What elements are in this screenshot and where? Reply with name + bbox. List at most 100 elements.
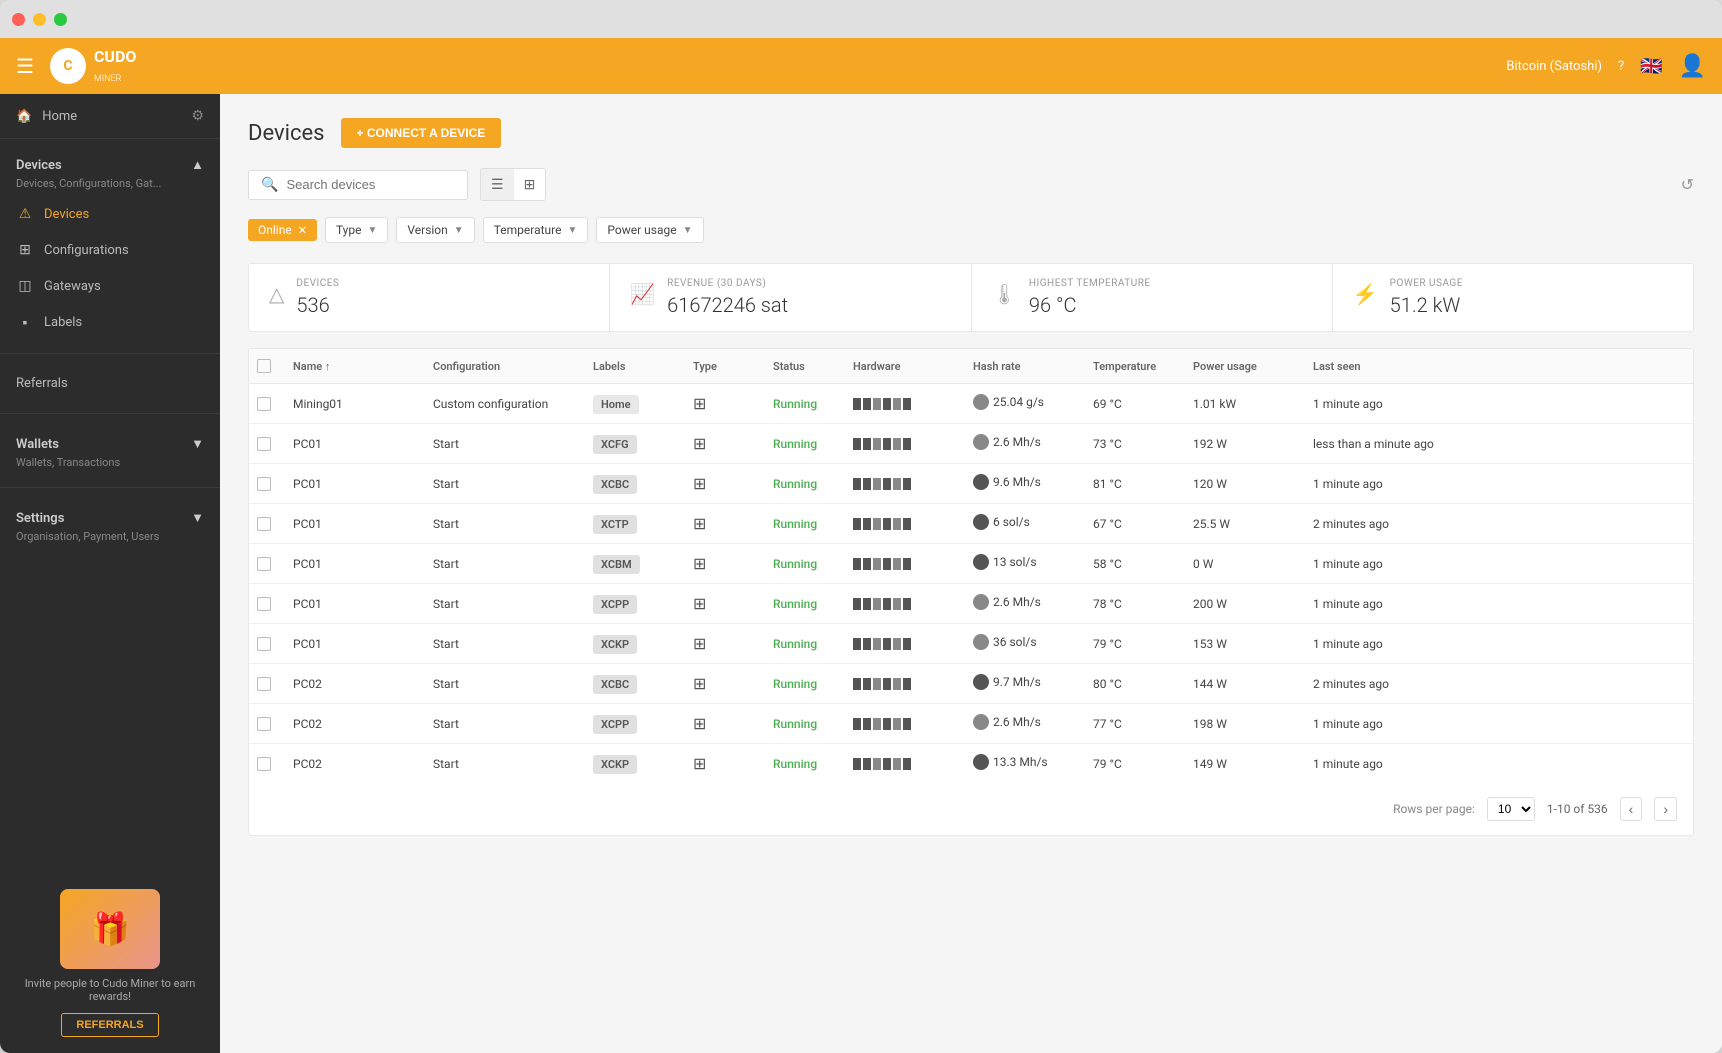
td-type: ⊞ <box>685 474 765 493</box>
sidebar-item-gateways[interactable]: ◫ Gateways <box>0 268 220 304</box>
td-status: Running <box>765 637 845 651</box>
row-checkbox-5[interactable] <box>257 597 271 611</box>
connect-device-button[interactable]: + CONNECT A DEVICE <box>341 118 502 148</box>
status-badge: Running <box>773 757 817 771</box>
select-all-checkbox[interactable] <box>257 359 271 373</box>
th-config[interactable]: Configuration <box>425 359 585 373</box>
th-power[interactable]: Power usage <box>1185 359 1305 373</box>
th-hardware[interactable]: Hardware <box>845 359 965 373</box>
row-checkbox-0[interactable] <box>257 397 271 411</box>
app-body: 🏠 Home ⚙ Devices ▲ Devices, Configuratio… <box>0 94 1722 1053</box>
td-type: ⊞ <box>685 634 765 653</box>
refresh-button[interactable]: ↺ <box>1681 175 1694 195</box>
stat-revenue: 📈 REVENUE (30 DAYS) 61672246 sat <box>610 264 971 331</box>
search-box: 🔍 <box>248 170 468 200</box>
gateway-icon: ◫ <box>16 278 34 294</box>
td-power: 144 W <box>1185 677 1305 691</box>
table-row: PC02 Start XCPP ⊞ Running 2.6 Mh/s 77 °C… <box>249 704 1693 744</box>
hash-icon <box>973 394 989 410</box>
table-row: PC01 Start XCKP ⊞ Running 36 sol/s 79 °C… <box>249 624 1693 664</box>
th-status[interactable]: Status <box>765 359 845 373</box>
row-checkbox-4[interactable] <box>257 557 271 571</box>
th-temperature[interactable]: Temperature <box>1085 359 1185 373</box>
user-icon[interactable]: 👤 <box>1679 54 1706 79</box>
sidebar-home-label: Home <box>42 109 77 124</box>
help-icon[interactable]: ? <box>1618 59 1624 74</box>
referrals-button[interactable]: REFERRALS <box>61 1013 158 1037</box>
hardware-bar <box>853 638 957 650</box>
td-lastseen: 1 minute ago <box>1305 397 1445 411</box>
type-filter[interactable]: Type ▼ <box>325 217 388 243</box>
label-badge: XCKP <box>593 755 637 774</box>
td-lastseen: 1 minute ago <box>1305 477 1445 491</box>
sidebar-item-configurations[interactable]: ⊞ Configurations <box>0 232 220 268</box>
sidebar-wallets-section: Wallets ▼ Wallets, Transactions <box>0 418 220 483</box>
rows-per-page-select[interactable]: 10 25 50 <box>1487 797 1535 821</box>
titlebar <box>0 0 1722 38</box>
chevron-up-icon[interactable]: ▲ <box>191 157 204 173</box>
row-checkbox-3[interactable] <box>257 517 271 531</box>
referral-text: Invite people to Cudo Miner to earn rewa… <box>16 977 204 1003</box>
td-config: Start <box>425 597 585 611</box>
label-badge: Home <box>593 395 639 414</box>
sidebar-item-referrals[interactable]: Referrals <box>0 366 220 401</box>
td-checkbox <box>249 637 285 651</box>
prev-page-button[interactable]: ‹ <box>1620 797 1643 821</box>
online-tag-remove[interactable]: ✕ <box>298 224 307 237</box>
top-navbar: ☰ C CUDOMINER Bitcoin (Satoshi) ? 🇬🇧 👤 <box>0 38 1722 94</box>
power-stat-icon: ⚡ <box>1353 282 1378 306</box>
toolbar: 🔍 ☰ ⊞ ↺ <box>248 168 1694 201</box>
power-filter[interactable]: Power usage ▼ <box>596 217 703 243</box>
chevron-down-icon-2[interactable]: ▼ <box>191 510 204 526</box>
th-labels[interactable]: Labels <box>585 359 685 373</box>
sidebar-settings-group: Settings ▼ <box>0 500 220 530</box>
th-type[interactable]: Type <box>685 359 765 373</box>
minimize-btn[interactable] <box>33 13 46 26</box>
row-checkbox-6[interactable] <box>257 637 271 651</box>
hash-icon <box>973 514 989 530</box>
gear-icon[interactable]: ⚙ <box>191 108 204 124</box>
close-btn[interactable] <box>12 13 25 26</box>
td-temperature: 79 °C <box>1085 637 1185 651</box>
td-status: Running <box>765 717 845 731</box>
maximize-btn[interactable] <box>54 13 67 26</box>
devices-stat-label: DEVICES <box>269 278 589 289</box>
version-filter[interactable]: Version ▼ <box>396 217 474 243</box>
app-window: ☰ C CUDOMINER Bitcoin (Satoshi) ? 🇬🇧 👤 🏠… <box>0 0 1722 1053</box>
sidebar-item-labels[interactable]: ▪ Labels <box>0 304 220 341</box>
th-hashrate[interactable]: Hash rate <box>965 359 1085 373</box>
td-config: Custom configuration <box>425 397 585 411</box>
label-icon: ▪ <box>16 314 34 331</box>
grid-view-button[interactable]: ⊞ <box>514 169 546 200</box>
row-checkbox-9[interactable] <box>257 757 271 771</box>
sidebar-item-home[interactable]: 🏠 Home <box>16 109 191 124</box>
td-label: XCFG <box>585 437 685 451</box>
next-page-button[interactable]: › <box>1654 797 1677 821</box>
label-badge: XCBM <box>593 555 640 574</box>
nav-right: Bitcoin (Satoshi) ? 🇬🇧 👤 <box>1506 54 1706 79</box>
row-checkbox-1[interactable] <box>257 437 271 451</box>
td-temperature: 80 °C <box>1085 677 1185 691</box>
row-checkbox-8[interactable] <box>257 717 271 731</box>
label-badge: XCPP <box>593 595 637 614</box>
td-hashrate: 13.3 Mh/s <box>965 754 1085 773</box>
row-checkbox-7[interactable] <box>257 677 271 691</box>
td-temperature: 69 °C <box>1085 397 1185 411</box>
th-lastseen[interactable]: Last seen <box>1305 359 1445 373</box>
currency-label[interactable]: Bitcoin (Satoshi) <box>1506 59 1602 74</box>
temperature-filter[interactable]: Temperature ▼ <box>483 217 589 243</box>
td-hashrate: 6 sol/s <box>965 514 1085 533</box>
flag-icon[interactable]: 🇬🇧 <box>1640 56 1662 77</box>
hamburger-icon[interactable]: ☰ <box>16 54 34 78</box>
stat-temperature: 🌡 HIGHEST TEMPERATURE 96 °C <box>972 264 1333 331</box>
online-tag-label: Online <box>258 223 292 237</box>
td-hardware <box>845 438 965 450</box>
temperature-stat-value: 96 °C <box>992 293 1312 317</box>
row-checkbox-2[interactable] <box>257 477 271 491</box>
chevron-down-icon[interactable]: ▼ <box>191 436 204 452</box>
th-name[interactable]: Name ↑ <box>285 359 425 373</box>
th-checkbox <box>249 359 285 373</box>
list-view-button[interactable]: ☰ <box>481 169 514 200</box>
search-input[interactable] <box>286 177 455 192</box>
sidebar-item-devices[interactable]: ⚠ Devices <box>0 196 220 232</box>
